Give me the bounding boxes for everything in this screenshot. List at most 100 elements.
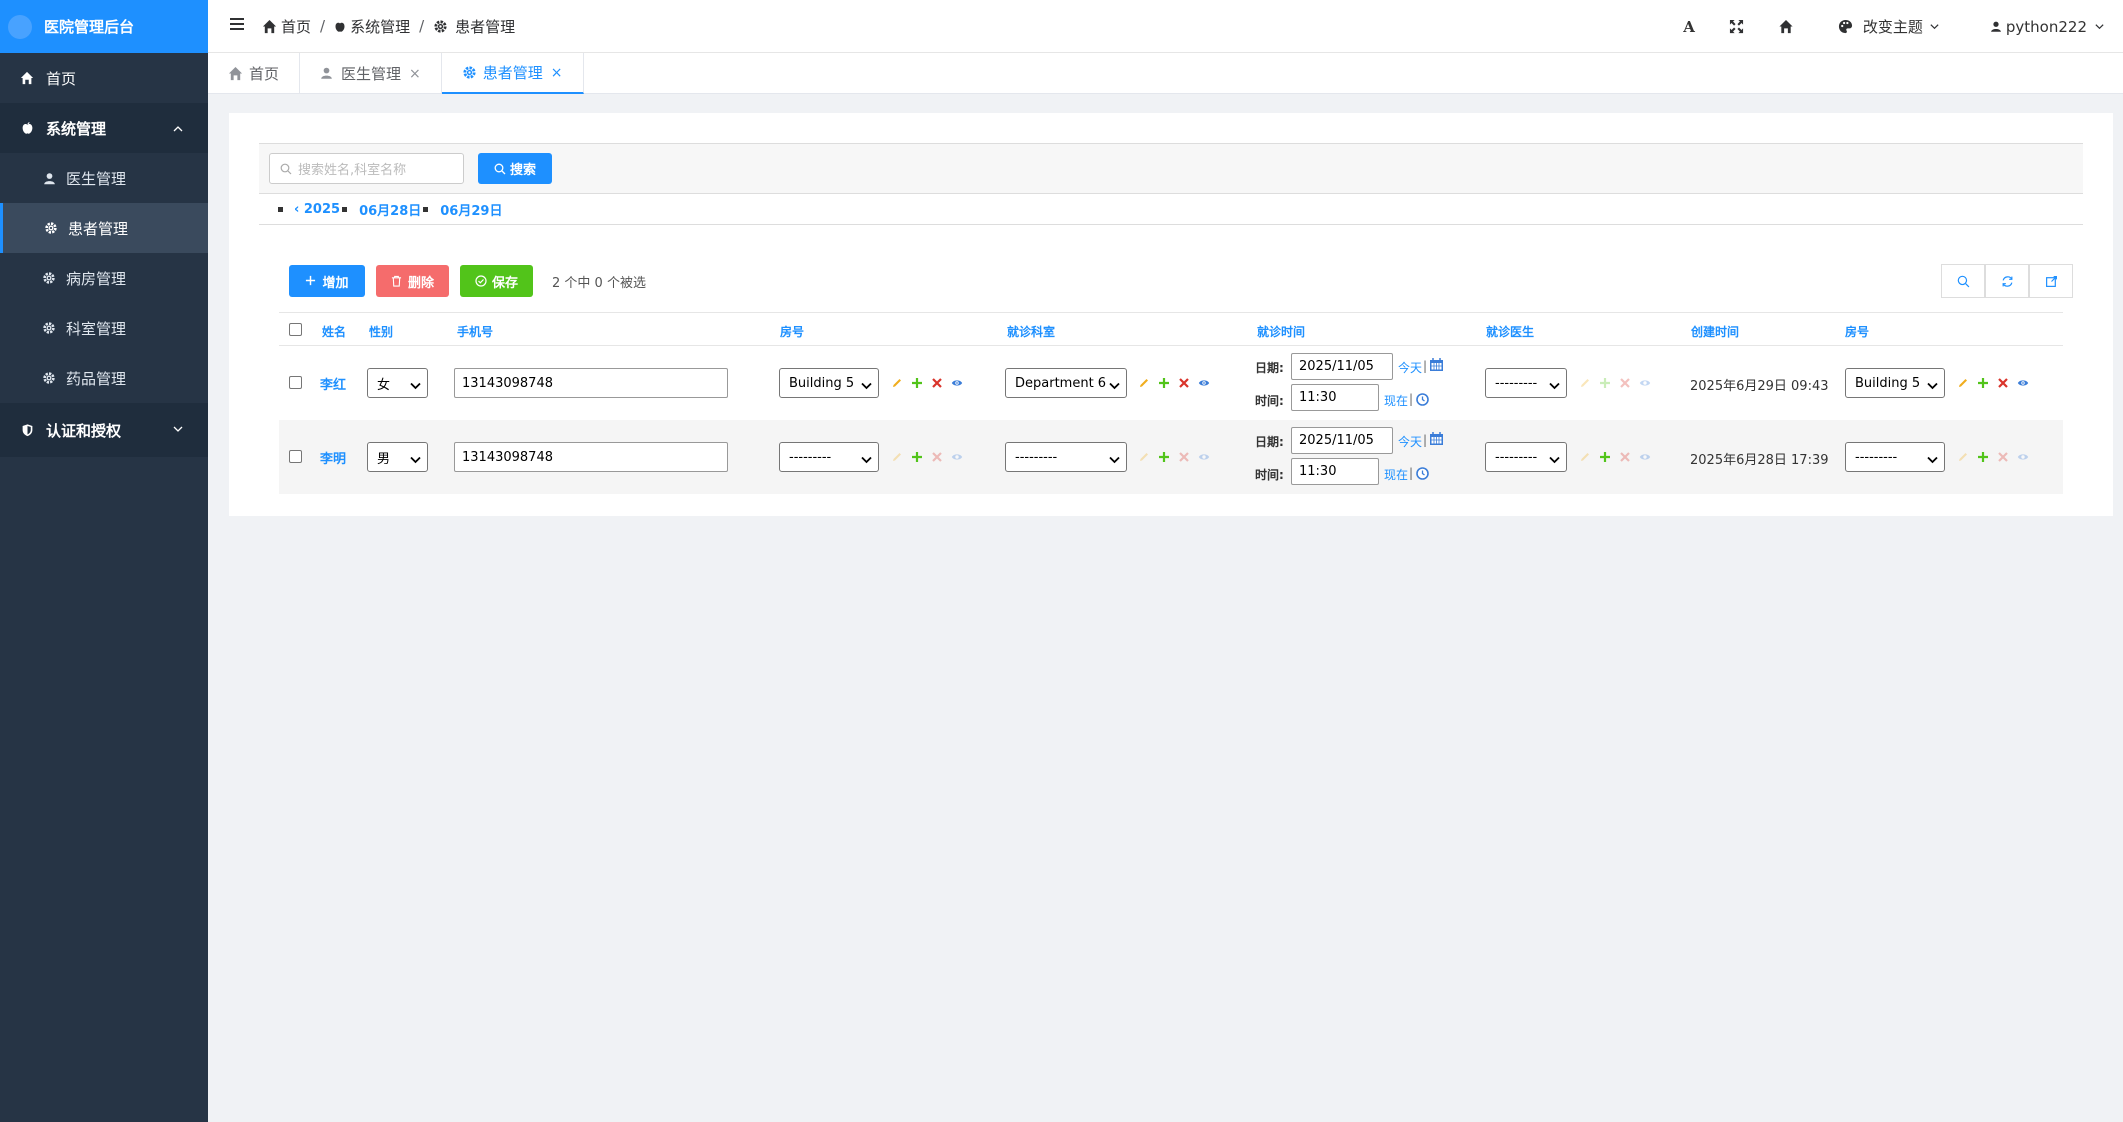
breadcrumb-home[interactable]: 首页 bbox=[262, 16, 311, 37]
department-select[interactable]: Department 6 bbox=[1005, 368, 1127, 398]
clock-icon[interactable] bbox=[1416, 467, 1429, 484]
today-link[interactable]: 今天 bbox=[1398, 359, 1422, 376]
add-icon[interactable] bbox=[1158, 377, 1170, 389]
apple-icon bbox=[334, 19, 346, 34]
tab-doctor[interactable]: 医生管理 × bbox=[300, 53, 442, 94]
visit-time-input[interactable]: 11:30 bbox=[1291, 384, 1379, 411]
visit-time-input[interactable]: 11:30 bbox=[1291, 458, 1379, 485]
view-icon[interactable] bbox=[951, 377, 963, 389]
room-select[interactable]: Building 5 bbox=[779, 368, 879, 398]
close-icon[interactable]: × bbox=[551, 65, 563, 81]
user-menu[interactable]: python222 bbox=[1990, 18, 2105, 36]
date-link-0628[interactable]: 06月28日 bbox=[359, 200, 421, 219]
add-button[interactable]: 增加 bbox=[289, 265, 365, 297]
col-phone[interactable]: 手机号 bbox=[457, 323, 493, 340]
today-link[interactable]: 今天 bbox=[1398, 433, 1422, 450]
visit-date-input[interactable]: 2025/11/05 bbox=[1291, 353, 1393, 380]
chevron-down-icon bbox=[861, 453, 872, 464]
search-input[interactable]: 搜索姓名,科室名称 bbox=[269, 153, 464, 184]
add-icon[interactable] bbox=[911, 451, 923, 463]
sidebar-item-home[interactable]: 首页 bbox=[0, 53, 208, 103]
table-row: 李明 男 13143098748 --------- --------- 日期:… bbox=[279, 420, 2063, 494]
fullscreen-icon[interactable] bbox=[1729, 19, 1744, 34]
sidebar-item-department[interactable]: 科室管理 bbox=[0, 303, 208, 353]
sidebar-item-doctor[interactable]: 医生管理 bbox=[0, 153, 208, 203]
col-created[interactable]: 创建时间 bbox=[1691, 323, 1739, 340]
sidebar-item-auth[interactable]: 认证和授权 bbox=[0, 403, 208, 457]
col-doctor[interactable]: 就诊医生 bbox=[1486, 323, 1534, 340]
calendar-icon[interactable] bbox=[1429, 431, 1444, 450]
search-button[interactable]: 搜索 bbox=[478, 153, 552, 184]
edit-icon bbox=[891, 451, 903, 463]
sidebar-item-medicine[interactable]: 药品管理 bbox=[0, 353, 208, 403]
col-gender[interactable]: 性别 bbox=[369, 323, 393, 340]
col-visit-time[interactable]: 就诊时间 bbox=[1257, 323, 1305, 340]
delete-icon[interactable] bbox=[1178, 377, 1190, 389]
row-checkbox[interactable] bbox=[289, 450, 302, 463]
view-icon[interactable] bbox=[2017, 377, 2029, 389]
room-select[interactable]: --------- bbox=[779, 442, 879, 472]
col-room-2[interactable]: 房号 bbox=[1845, 323, 1869, 340]
sidebar-item-ward[interactable]: 病房管理 bbox=[0, 253, 208, 303]
now-link[interactable]: 现在 bbox=[1384, 466, 1408, 483]
add-icon[interactable] bbox=[1977, 377, 1989, 389]
search-tool-button[interactable] bbox=[1941, 264, 1985, 298]
view-icon[interactable] bbox=[1198, 377, 1210, 389]
chevron-down-icon bbox=[1927, 453, 1938, 464]
tab-patient[interactable]: 患者管理 × bbox=[441, 53, 584, 94]
add-icon[interactable] bbox=[911, 377, 923, 389]
app-logo[interactable]: 医院管理后台 bbox=[0, 0, 208, 53]
edit-icon[interactable] bbox=[1138, 377, 1150, 389]
col-name[interactable]: 姓名 bbox=[322, 323, 346, 340]
now-link[interactable]: 现在 bbox=[1384, 392, 1408, 409]
room-select-2[interactable]: Building 5 bbox=[1845, 368, 1945, 398]
add-icon[interactable] bbox=[1599, 377, 1611, 389]
patient-name-link[interactable]: 李红 bbox=[320, 374, 346, 393]
export-button[interactable] bbox=[2029, 264, 2073, 298]
add-icon[interactable] bbox=[1977, 451, 1989, 463]
doctor-select[interactable]: --------- bbox=[1485, 442, 1567, 472]
theme-menu[interactable]: 改变主题 bbox=[1838, 16, 1940, 37]
font-size-icon[interactable]: A bbox=[1683, 18, 1695, 36]
department-select[interactable]: --------- bbox=[1005, 442, 1127, 472]
patient-name-link[interactable]: 李明 bbox=[320, 448, 346, 467]
col-department[interactable]: 就诊科室 bbox=[1007, 323, 1055, 340]
edit-icon bbox=[1957, 451, 1969, 463]
date-link-0629[interactable]: 06月29日 bbox=[440, 200, 502, 219]
edit-icon[interactable] bbox=[1957, 377, 1969, 389]
calendar-icon[interactable] bbox=[1429, 357, 1444, 376]
tab-home[interactable]: 首页 bbox=[208, 53, 301, 94]
phone-input[interactable]: 13143098748 bbox=[454, 368, 728, 398]
save-button[interactable]: 保存 bbox=[460, 265, 533, 297]
add-icon[interactable] bbox=[1599, 451, 1611, 463]
delete-button[interactable]: 删除 bbox=[376, 265, 449, 297]
gender-select[interactable]: 男 bbox=[367, 442, 428, 472]
breadcrumb-system[interactable]: 系统管理 bbox=[334, 16, 410, 37]
home-icon[interactable] bbox=[1778, 19, 1794, 34]
date-label: 日期: bbox=[1255, 361, 1284, 375]
select-all-checkbox[interactable] bbox=[289, 323, 302, 336]
sidebar-item-system[interactable]: 系统管理 bbox=[0, 103, 208, 153]
room-select-2[interactable]: --------- bbox=[1845, 442, 1945, 472]
view-icon bbox=[1639, 377, 1651, 389]
add-icon[interactable] bbox=[1158, 451, 1170, 463]
doctor-select[interactable]: --------- bbox=[1485, 368, 1567, 398]
col-room[interactable]: 房号 bbox=[780, 323, 804, 340]
content-card: 搜索姓名,科室名称 搜索 ‹ 2025 06月28日 06月29日 增加 删除 … bbox=[229, 113, 2113, 516]
refresh-button[interactable] bbox=[1985, 264, 2029, 298]
check-circle-icon bbox=[475, 275, 487, 287]
delete-icon[interactable] bbox=[1997, 377, 2009, 389]
visit-date-input[interactable]: 2025/11/05 bbox=[1291, 427, 1393, 454]
row-checkbox[interactable] bbox=[289, 376, 302, 389]
table-tools bbox=[1941, 264, 2073, 298]
date-year-link[interactable]: ‹ 2025 bbox=[294, 202, 340, 217]
clock-icon[interactable] bbox=[1416, 393, 1429, 410]
phone-input[interactable]: 13143098748 bbox=[454, 442, 728, 472]
menu-toggle-icon[interactable] bbox=[230, 18, 250, 34]
sidebar-item-patient[interactable]: 患者管理 bbox=[0, 203, 208, 253]
delete-icon[interactable] bbox=[931, 377, 943, 389]
close-icon[interactable]: × bbox=[409, 66, 421, 82]
edit-icon[interactable] bbox=[891, 377, 903, 389]
gender-select[interactable]: 女 bbox=[367, 368, 428, 398]
user-icon bbox=[1990, 20, 2002, 33]
